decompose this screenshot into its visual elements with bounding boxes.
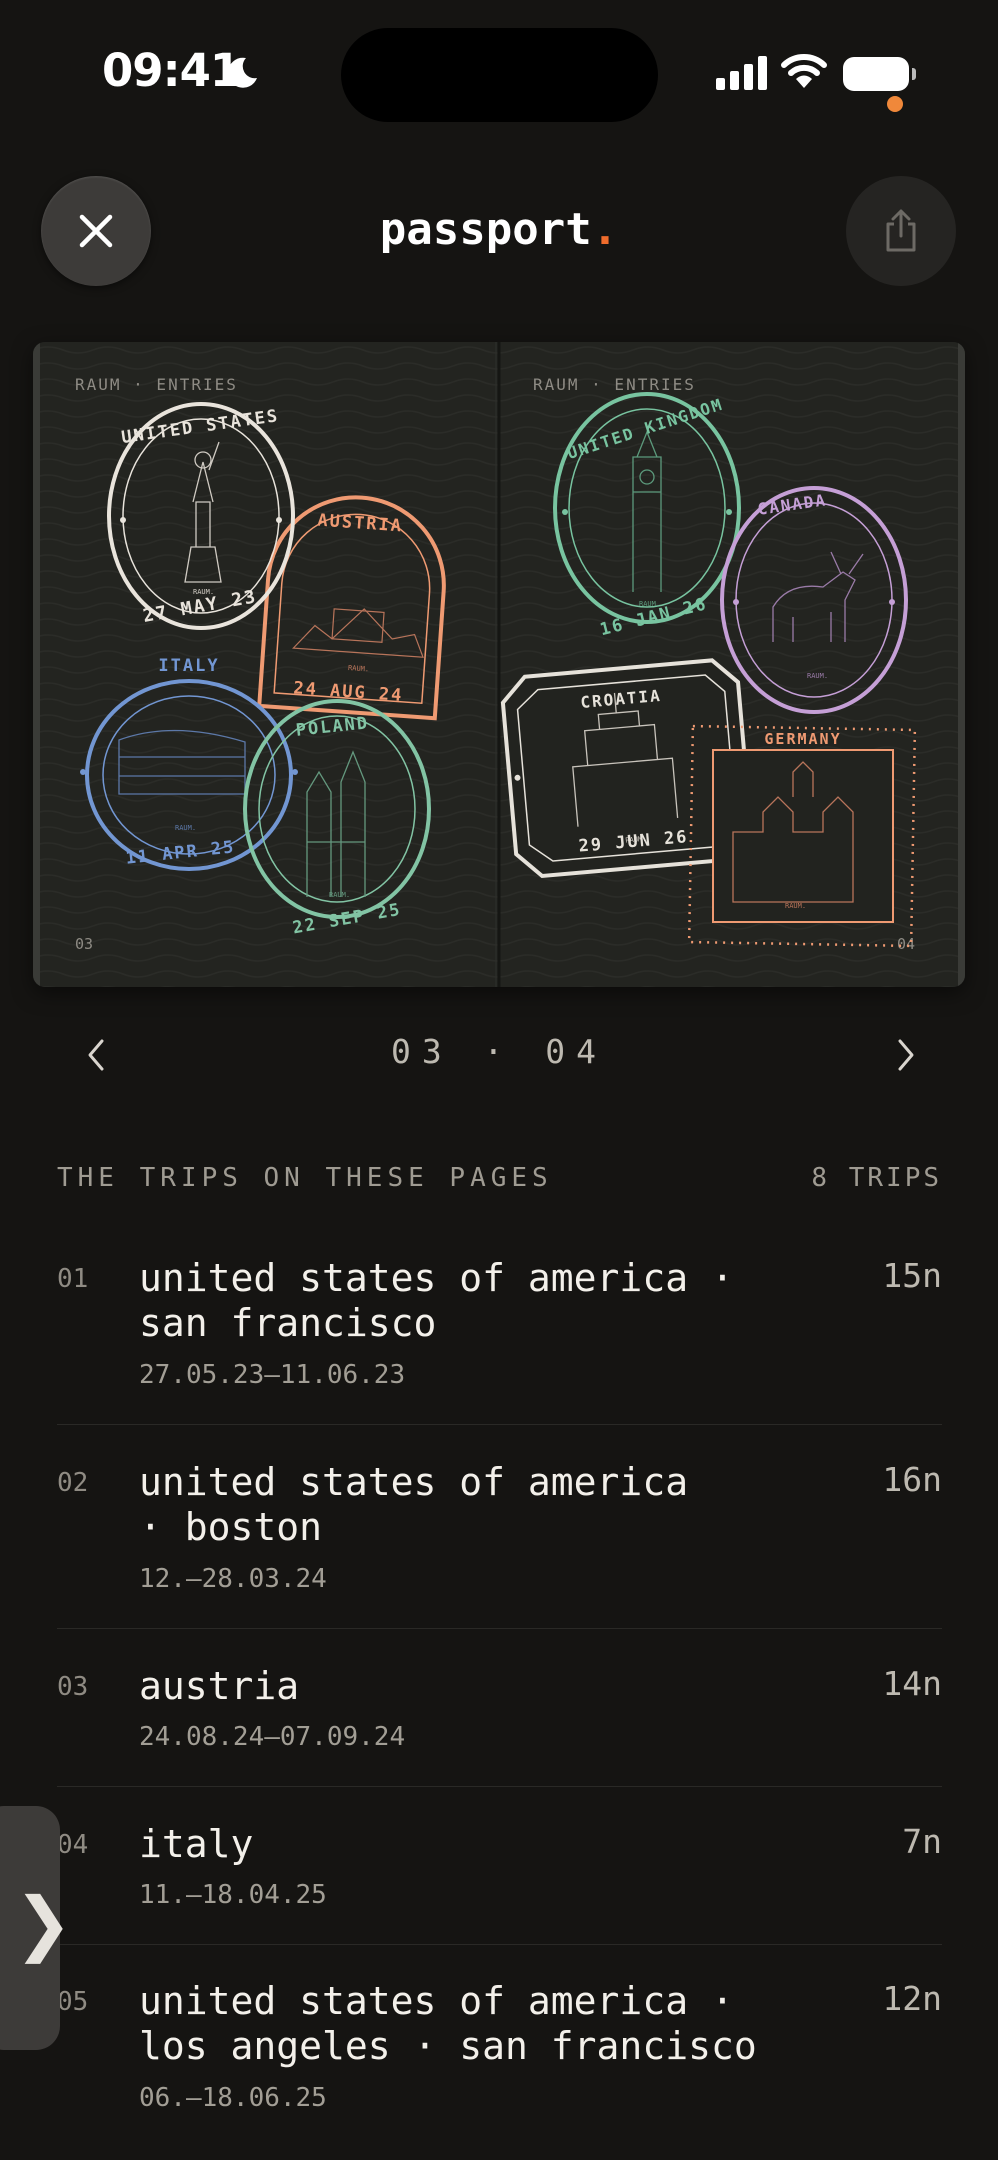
stamp-canada-mark: RAUM.	[807, 672, 828, 680]
trip-number: 01	[57, 1264, 89, 1294]
side-drawer-handle[interactable]: ❯	[0, 1806, 73, 2050]
trip-divider	[57, 1628, 942, 1629]
trip-name-line: united states of america ·	[139, 1979, 734, 2023]
stamp-italy-country: ITALY	[158, 656, 219, 676]
trip-number: 04	[57, 1830, 89, 1860]
stamp-germany: RAUM. GERMANY	[687, 724, 917, 948]
right-page-label: RAUM · ENTRIES	[533, 375, 696, 394]
moon-icon	[227, 57, 257, 88]
wifi-icon	[781, 54, 827, 88]
trip-name-line: los angeles · san francisco	[139, 2024, 757, 2068]
title-text: passport	[379, 204, 592, 255]
trip-divider	[57, 1786, 942, 1787]
trip-name: italy	[139, 1822, 254, 1866]
trips-heading: THE TRIPS ON THESE PAGES	[57, 1163, 553, 1193]
trip-nights: 15n	[882, 1256, 942, 1295]
trip-name-line: san francisco	[139, 1301, 437, 1345]
trip-number: 05	[57, 1987, 89, 2017]
left-page-number: 03	[75, 935, 93, 953]
trip-number: 02	[57, 1468, 89, 1498]
trip-name: united states of america · boston	[139, 1460, 839, 1550]
stamp-austria-mark: RAUM.	[348, 664, 370, 673]
camera-indicator	[887, 96, 903, 112]
trip-dates: 11.–18.04.25	[139, 1880, 327, 1910]
trip-name-line: united states of america	[139, 1460, 689, 1504]
next-page-button[interactable]	[890, 1037, 920, 1073]
status-time: 09:41	[102, 44, 241, 97]
trip-divider	[57, 1424, 942, 1425]
trip-name-line: united states of america ·	[139, 1256, 734, 1300]
trip-name: united states of america · los angeles · …	[139, 1979, 839, 2069]
trips-count: 8 TRIPS	[811, 1163, 942, 1193]
trip-dates: 27.05.23–11.06.23	[139, 1360, 406, 1390]
stamp-poland-mark: RAUM.	[329, 891, 350, 899]
trip-name-line: · boston	[139, 1505, 323, 1549]
title-dot: .	[591, 204, 619, 255]
trip-nights: 16n	[882, 1460, 942, 1499]
trip-dates: 12.–28.03.24	[139, 1564, 327, 1594]
trip-name: united states of america · san francisco	[139, 1256, 839, 1346]
stamp-germany-mark: RAUM.	[785, 902, 806, 910]
chevron-right-icon: ❯	[14, 1882, 73, 1964]
trip-divider	[57, 1944, 942, 1945]
trip-number: 03	[57, 1672, 89, 1702]
trip-dates: 06.–18.06.25	[139, 2083, 327, 2113]
trip-nights: 14n	[882, 1664, 942, 1703]
page-indicator: 03 · 04	[390, 1032, 608, 1071]
stamp-germany-country: GERMANY	[764, 730, 841, 748]
share-button[interactable]	[846, 176, 956, 286]
trip-nights: 7n	[902, 1822, 942, 1861]
trip-nights: 12n	[882, 1979, 942, 2018]
passport-spread[interactable]: RAUM · ENTRIES RAUM · ENTRIES 03 04 RAUM…	[33, 342, 965, 987]
trip-dates: 24.08.24–07.09.24	[139, 1722, 406, 1752]
share-icon	[886, 209, 916, 252]
left-page-label: RAUM · ENTRIES	[75, 375, 238, 394]
right-page-number: 04	[897, 935, 915, 953]
dynamic-island	[341, 28, 903, 122]
trip-name: austria	[139, 1664, 300, 1708]
stamp-italy-mark: RAUM.	[175, 824, 196, 832]
status-bar: 09:41	[0, 0, 998, 150]
cellular-signal-icon	[716, 56, 767, 90]
battery-icon	[843, 57, 916, 91]
